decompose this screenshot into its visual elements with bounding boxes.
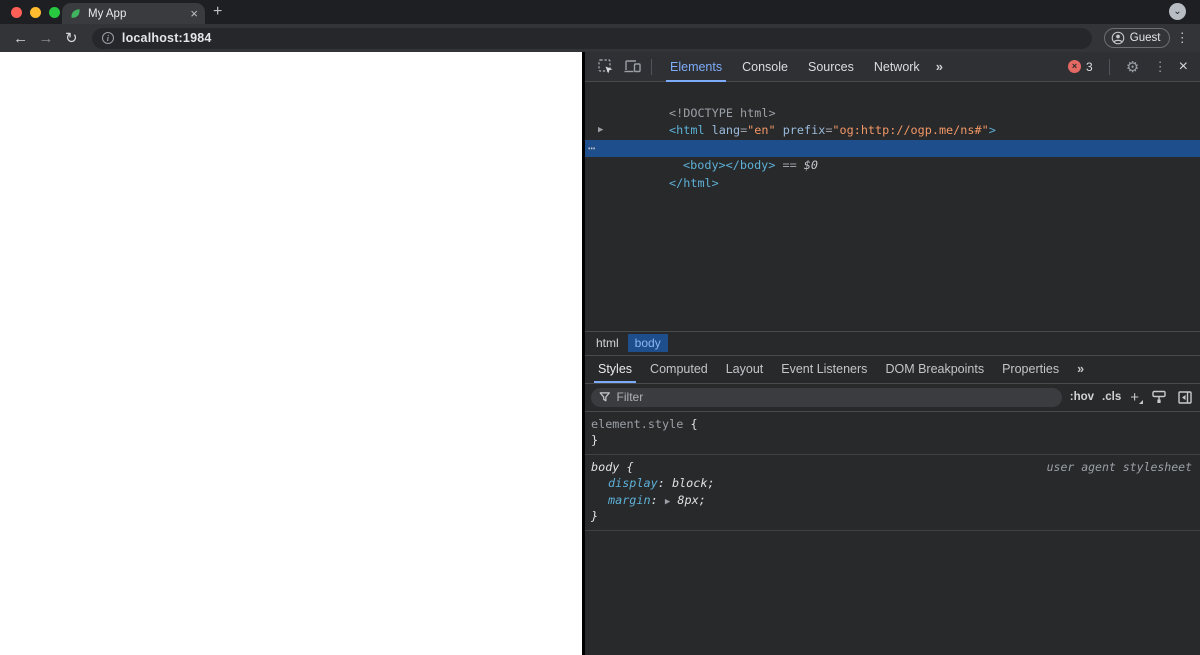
browser-toolbar: ← → ↻ i localhost:1984 Guest ⋮	[0, 24, 1200, 52]
tab-dom-breakpoints[interactable]: DOM Breakpoints	[876, 356, 993, 383]
browser-tab[interactable]: My App ×	[62, 3, 205, 24]
semicolon: ;	[707, 476, 715, 490]
tab-sources[interactable]: Sources	[798, 52, 864, 82]
forward-button[interactable]: →	[35, 30, 56, 47]
open-brace: {	[683, 416, 698, 431]
dom-tree: <!DOCTYPE html> <html lang="en" prefix="…	[585, 82, 1200, 331]
filter-funnel-icon	[599, 392, 610, 402]
breadcrumb-html[interactable]: html	[589, 334, 626, 352]
toolbar-separator	[651, 58, 652, 75]
user-agent-body-rule[interactable]: user agent stylesheet body { display: bl…	[585, 455, 1200, 531]
inspect-element-icon[interactable]	[596, 57, 616, 77]
drag-handle-dots-icon[interactable]: ⋯	[588, 140, 595, 158]
css-property-display[interactable]: display: block;	[591, 475, 1194, 492]
back-button[interactable]: ←	[10, 30, 31, 47]
new-style-rule-button[interactable]: +	[1129, 388, 1143, 406]
url-text[interactable]: localhost:1984	[122, 31, 212, 45]
tab-close-icon[interactable]: ×	[190, 7, 198, 20]
devtools-tab-bar: Elements Console Sources Network »	[660, 52, 948, 82]
property-value[interactable]: 8px	[677, 493, 698, 507]
close-brace: }	[591, 433, 599, 447]
more-tabs-icon[interactable]: »	[930, 52, 948, 82]
filter-field[interactable]	[591, 387, 1062, 407]
property-name[interactable]: display	[608, 476, 658, 490]
tab-styles[interactable]: Styles	[589, 356, 641, 383]
error-counter[interactable]: × 3	[1067, 59, 1093, 74]
close-brace: }	[591, 509, 599, 523]
devtools-panel: Elements Console Sources Network » × 3 ⚙…	[585, 52, 1200, 655]
window-content: Elements Console Sources Network » × 3 ⚙…	[0, 52, 1200, 655]
devtools-toolbar-right: × 3 ⚙ ⋮ ×	[1067, 57, 1192, 77]
colon: :	[650, 492, 665, 507]
property-name[interactable]: margin	[608, 493, 651, 507]
tab-properties[interactable]: Properties	[993, 356, 1068, 383]
semicolon: ;	[698, 492, 706, 507]
stylesheet-origin: user agent stylesheet	[1046, 459, 1192, 474]
devtools-toolbar: Elements Console Sources Network » × 3 ⚙…	[585, 52, 1200, 82]
open-brace: {	[619, 459, 634, 474]
breadcrumb-body[interactable]: body	[627, 334, 668, 352]
minimize-window-button[interactable]	[30, 7, 41, 18]
settings-gear-icon[interactable]: ⚙	[1123, 57, 1143, 77]
close-window-button[interactable]	[11, 7, 22, 18]
guest-label: Guest	[1129, 32, 1161, 44]
dom-node-body-selected[interactable]: ⋯ <body></body> == $0	[585, 139, 1200, 172]
styles-pane: element.style { } user agent stylesheet …	[585, 412, 1200, 655]
tab-title: My App	[88, 7, 127, 20]
tab-elements[interactable]: Elements	[660, 52, 732, 82]
tab-console[interactable]: Console	[732, 52, 798, 82]
profile-badge[interactable]: Guest	[1103, 28, 1171, 48]
toggle-hover-state-button[interactable]: :hov	[1070, 391, 1094, 403]
dropdown-corner-icon	[1139, 399, 1143, 404]
dom-breadcrumb: html body	[585, 330, 1200, 355]
property-value[interactable]: block	[672, 476, 708, 490]
sidebar-tab-bar: Styles Computed Layout Event Listeners D…	[585, 354, 1200, 384]
page-info-icon[interactable]: i	[101, 32, 114, 44]
error-icon: ×	[1067, 60, 1081, 73]
device-toolbar-icon[interactable]	[622, 57, 642, 77]
element-style-rule[interactable]: element.style { }	[585, 412, 1200, 455]
toggle-classes-button[interactable]: .cls	[1102, 391, 1121, 403]
browser-menu-icon[interactable]: ⋮	[1174, 30, 1190, 46]
address-bar[interactable]: i localhost:1984	[91, 27, 1092, 49]
new-tab-button[interactable]: +	[213, 2, 222, 22]
dom-node-head[interactable]: ▶<head>…</head>	[585, 122, 1200, 155]
page-viewport[interactable]	[0, 52, 582, 655]
tab-event-listeners[interactable]: Event Listeners	[772, 356, 876, 383]
tab-layout[interactable]: Layout	[717, 356, 773, 383]
tab-search-chevron-icon[interactable]: ⌄	[1169, 3, 1186, 20]
computed-sidebar-toggle-icon[interactable]	[1176, 390, 1194, 404]
dom-node-html-open[interactable]: <html lang="en" prefix="og:http://ogp.me…	[585, 105, 1200, 137]
more-sidebar-tabs-icon[interactable]: »	[1068, 356, 1092, 383]
disclosure-triangle-icon[interactable]: ▶	[598, 122, 603, 140]
zoom-window-button[interactable]	[49, 7, 60, 18]
guest-avatar-icon	[1111, 31, 1125, 45]
toolbar-separator	[1108, 58, 1110, 75]
css-property-margin[interactable]: margin: ▶ 8px;	[591, 492, 1194, 509]
tab-computed[interactable]: Computed	[641, 356, 717, 383]
reload-button[interactable]: ↻	[61, 29, 82, 47]
colon: :	[657, 476, 672, 490]
macos-traffic-lights	[11, 7, 60, 18]
filter-input[interactable]	[616, 390, 1054, 404]
tab-network[interactable]: Network	[864, 52, 930, 82]
devtools-menu-icon[interactable]: ⋮	[1150, 59, 1171, 75]
tab-strip: My App × + ⌄	[0, 0, 1200, 24]
body-selector[interactable]: body	[591, 460, 619, 474]
browser-window: My App × + ⌄ ← → ↻ i localhost:1984 Gues…	[0, 0, 1200, 655]
dom-node-html-close[interactable]: </html>	[585, 157, 1200, 190]
rendering-emulations-icon[interactable]	[1150, 390, 1168, 404]
dom-node-doctype[interactable]: <!DOCTYPE html>	[585, 87, 1200, 120]
styles-filter-bar: :hov .cls +	[585, 384, 1200, 412]
favicon-leaf-icon	[69, 7, 82, 20]
devtools-close-icon[interactable]: ×	[1175, 58, 1192, 76]
html-close-tag: </html>	[669, 175, 719, 190]
element-style-selector[interactable]: element.style	[591, 417, 683, 431]
plus-icon: +	[1130, 388, 1139, 406]
error-count: 3	[1085, 59, 1093, 74]
